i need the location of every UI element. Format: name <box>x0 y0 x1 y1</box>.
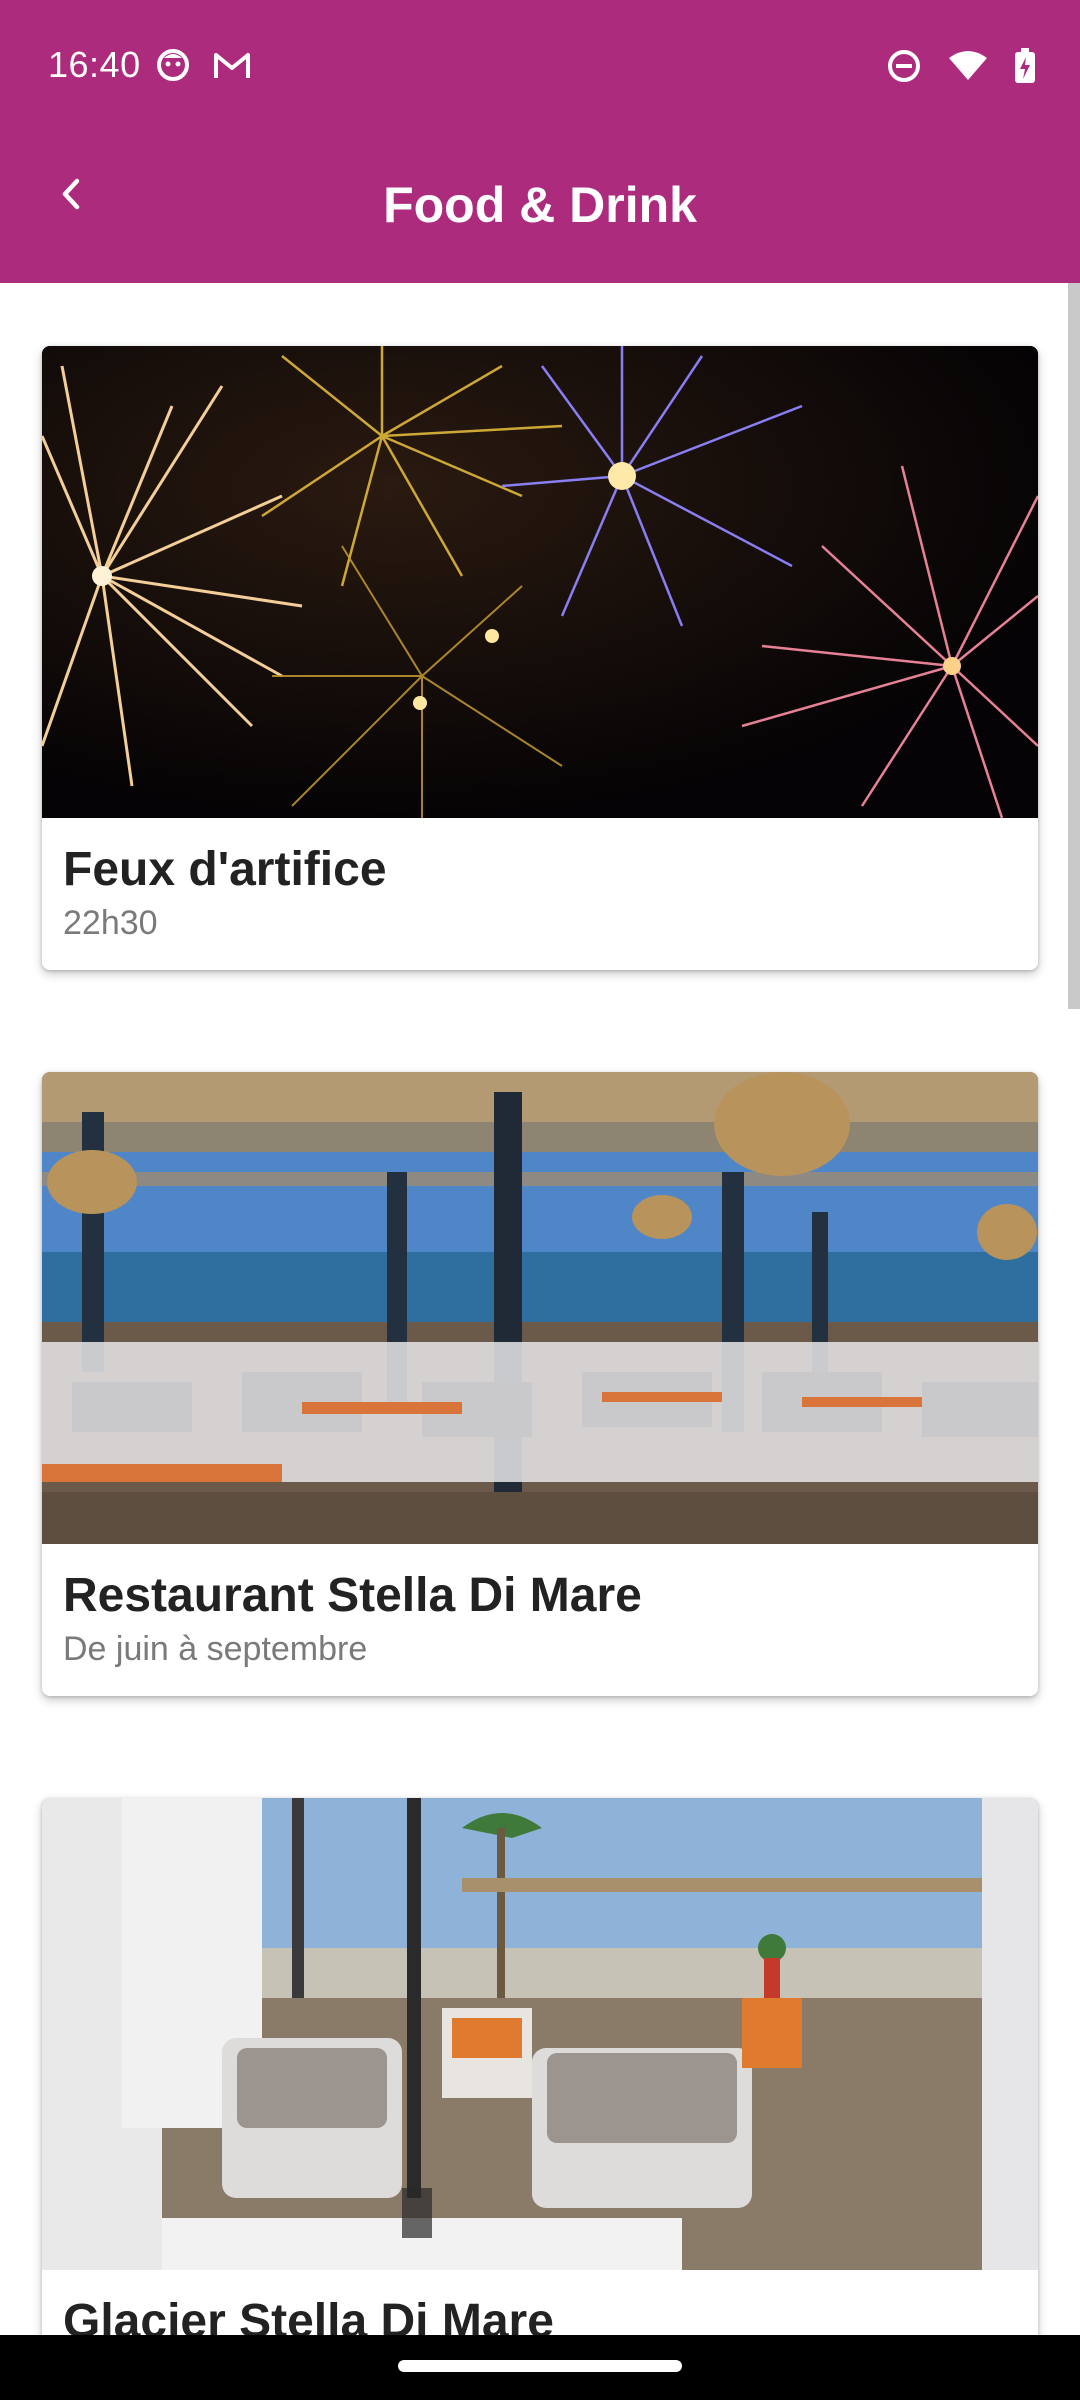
do-not-disturb-icon <box>886 48 922 89</box>
navigation-bar <box>0 2335 1080 2400</box>
fireworks-photo <box>42 346 1038 818</box>
face-notification-icon <box>156 48 190 87</box>
home-gesture-handle[interactable] <box>398 2360 682 2372</box>
list-item-card[interactable]: Feux d'artifice 22h30 <box>42 346 1038 970</box>
list-item-card[interactable]: Restaurant Stella Di Mare De juin à sept… <box>42 1072 1038 1696</box>
battery-charging-icon <box>1014 48 1036 89</box>
card-subtitle: 22h30 <box>63 904 158 942</box>
wifi-icon <box>948 50 988 87</box>
card-title: Glacier Stella Di Mare <box>63 2295 554 2335</box>
app-bar: Food & Drink <box>0 136 1080 283</box>
card-title: Restaurant Stella Di Mare <box>63 1569 642 1622</box>
list-item-card[interactable]: Glacier Stella Di Mare <box>42 1798 1038 2335</box>
gmail-icon <box>212 50 252 85</box>
card-title: Feux d'artifice <box>63 843 387 896</box>
card-subtitle: De juin à septembre <box>63 1630 368 1668</box>
seaside-restaurant-terrace-photo <box>42 1072 1038 1544</box>
page-title: Food & Drink <box>383 177 697 233</box>
beach-lounge-terrace-photo <box>42 1798 1038 2270</box>
scrollbar[interactable] <box>1068 283 1080 1009</box>
status-time: 16:40 <box>48 44 141 85</box>
card-list[interactable]: Feux d'artifice 22h30 Restaurant Stella … <box>0 283 1080 2335</box>
status-bar: 16:40 <box>0 0 1080 136</box>
